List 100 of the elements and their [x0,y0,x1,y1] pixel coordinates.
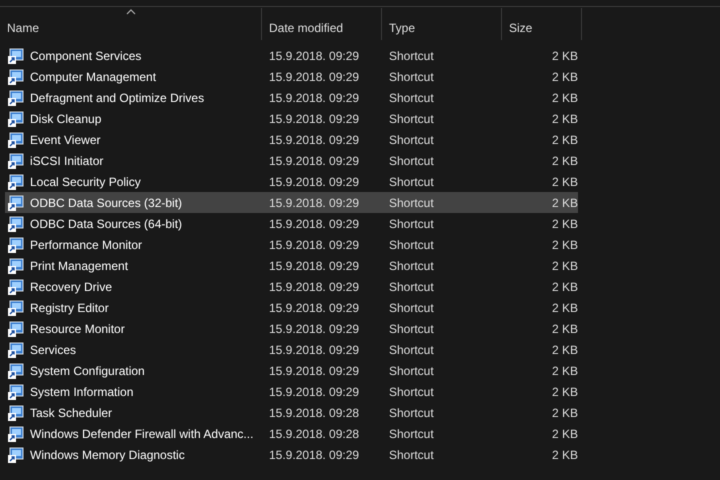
type-cell-text: Shortcut [388,342,435,356]
type-cell-text: Shortcut [388,112,435,126]
size-cell-text: 2 KB [550,406,578,420]
file-name: iSCSI Initiator [30,154,104,168]
date-cell-text: 15.9.2018. 09:29 [268,280,360,294]
file-row[interactable]: Disk Cleanup 15.9.2018. 09:29 Shortcut 2 KB [5,108,578,129]
type-cell-text: Shortcut [388,300,435,314]
file-row[interactable]: Windows Defender Firewall with Advanc... 15.9.2018. 09:28 Shortcut 2 KB [5,423,578,444]
type-cell-text: Shortcut [388,322,435,336]
file-row[interactable]: System Information 15.9.2018. 09:29 Shortcut 2 KB [5,381,578,402]
file-name: Local Security Policy [30,174,141,188]
shortcut-icon [8,278,24,294]
file-row[interactable]: System Configuration 15.9.2018. 09:29 Shortcut 2 KB [5,360,578,381]
date-cell-text: 15.9.2018. 09:28 [268,426,360,440]
file-name: Windows Memory Diagnostic [30,448,185,462]
file-row[interactable]: ODBC Data Sources (64-bit) 15.9.2018. 09:29 Shortcut 2 KB [5,213,578,234]
file-row[interactable]: Defragment and Optimize Drives 15.9.2018. 09:29 Shortcut 2 KB [5,87,578,108]
file-row[interactable]: Local Security Policy 15.9.2018. 09:29 Shortcut 2 KB [5,171,578,192]
type-cell-text: Shortcut [388,154,435,168]
file-name: Recovery Drive [30,280,112,294]
file-name: Registry Editor [30,300,109,314]
shortcut-icon [8,362,24,378]
type-cell-text: Shortcut [388,70,435,84]
shortcut-icon [8,48,24,64]
size-cell-text: 2 KB [550,112,578,126]
shortcut-icon [8,174,24,190]
shortcut-icon [8,342,24,358]
file-row[interactable]: Component Services 15.9.2018. 09:29 Shortcut 2 KB [5,45,578,66]
date-cell-text: 15.9.2018. 09:29 [268,322,360,336]
date-cell-text: 15.9.2018. 09:29 [268,70,360,84]
shortcut-icon [8,404,24,420]
type-cell-text: Shortcut [388,280,435,294]
file-row[interactable]: Performance Monitor 15.9.2018. 09:29 Shortcut 2 KB [5,234,578,255]
type-cell-text: Shortcut [388,406,435,420]
file-name: Resource Monitor [30,322,125,336]
file-row[interactable]: Task Scheduler 15.9.2018. 09:28 Shortcut 2 KB [5,402,578,423]
file-row[interactable]: Print Management 15.9.2018. 09:29 Shortcut 2 KB [5,255,578,276]
size-cell-text: 2 KB [550,342,578,356]
shortcut-icon [8,132,24,148]
size-cell-text: 2 KB [550,154,578,168]
file-name: Windows Defender Firewall with Advanc... [30,426,254,440]
date-cell-text: 15.9.2018. 09:29 [268,132,360,146]
size-cell-text: 2 KB [550,322,578,336]
shortcut-icon [8,258,24,274]
type-cell-text: Shortcut [388,174,435,188]
size-cell-text: 2 KB [550,426,578,440]
file-row[interactable]: Recovery Drive 15.9.2018. 09:29 Shortcut 2 KB [5,276,578,297]
file-name: System Configuration [30,364,145,378]
date-cell-text: 15.9.2018. 09:29 [268,238,360,252]
shortcut-icon [8,384,24,400]
sort-ascending-icon [126,9,136,15]
shortcut-icon [8,68,24,84]
size-cell-text: 2 KB [550,196,578,210]
size-cell-text: 2 KB [550,300,578,314]
date-cell-text: 15.9.2018. 09:29 [268,342,360,356]
size-cell-text: 2 KB [550,448,578,462]
file-row[interactable]: iSCSI Initiator 15.9.2018. 09:29 Shortcut 2 KB [5,150,578,171]
file-name: Computer Management [30,70,156,84]
shortcut-icon [8,300,24,316]
file-name: Component Services [30,48,142,62]
file-row[interactable]: Windows Memory Diagnostic 15.9.2018. 09:29 Shortcut 2 KB [5,444,578,465]
date-cell-text: 15.9.2018. 09:29 [268,364,360,378]
date-cell-text: 15.9.2018. 09:29 [268,384,360,398]
file-row[interactable]: Registry Editor 15.9.2018. 09:29 Shortcut 2 KB [5,297,578,318]
shortcut-icon [8,216,24,232]
type-cell-text: Shortcut [388,384,435,398]
shortcut-icon [8,194,24,210]
file-row[interactable]: Resource Monitor 15.9.2018. 09:29 Shortcut 2 KB [5,318,578,339]
date-cell-text: 15.9.2018. 09:29 [268,448,360,462]
file-row[interactable]: Services 15.9.2018. 09:29 Shortcut 2 KB [5,339,578,360]
size-cell-text: 2 KB [550,90,578,104]
file-row[interactable]: ODBC Data Sources (32-bit) 15.9.2018. 09:29 Shortcut 2 KB [5,192,578,213]
file-name: Event Viewer [30,132,100,146]
shortcut-icon [8,236,24,252]
type-cell-text: Shortcut [388,132,435,146]
type-cell-text: Shortcut [388,426,435,440]
file-name: ODBC Data Sources (64-bit) [30,216,182,230]
date-cell-text: 15.9.2018. 09:29 [268,48,360,62]
size-cell-text: 2 KB [550,258,578,272]
size-cell-text: 2 KB [550,48,578,62]
file-name: Task Scheduler [30,406,112,420]
file-row[interactable]: Event Viewer 15.9.2018. 09:29 Shortcut 2 KB [5,129,578,150]
shortcut-icon [8,446,24,462]
type-cell-text: Shortcut [388,196,435,210]
size-cell-text: 2 KB [550,132,578,146]
size-cell-text: 2 KB [550,216,578,230]
date-cell-text: 15.9.2018. 09:28 [268,406,360,420]
size-cell-text: 2 KB [550,364,578,378]
shortcut-icon [8,110,24,126]
type-cell-text: Shortcut [388,216,435,230]
file-name: System Information [30,384,134,398]
size-cell-text: 2 KB [550,238,578,252]
type-cell-text: Shortcut [388,364,435,378]
shortcut-icon [8,90,24,106]
type-cell-text: Shortcut [388,48,435,62]
type-cell-text: Shortcut [388,448,435,462]
file-name: ODBC Data Sources (32-bit) [30,196,182,210]
date-cell-text: 15.9.2018. 09:29 [268,90,360,104]
file-name: Services [30,342,76,356]
file-row[interactable]: Computer Management 15.9.2018. 09:29 Shortcut 2 KB [5,66,578,87]
